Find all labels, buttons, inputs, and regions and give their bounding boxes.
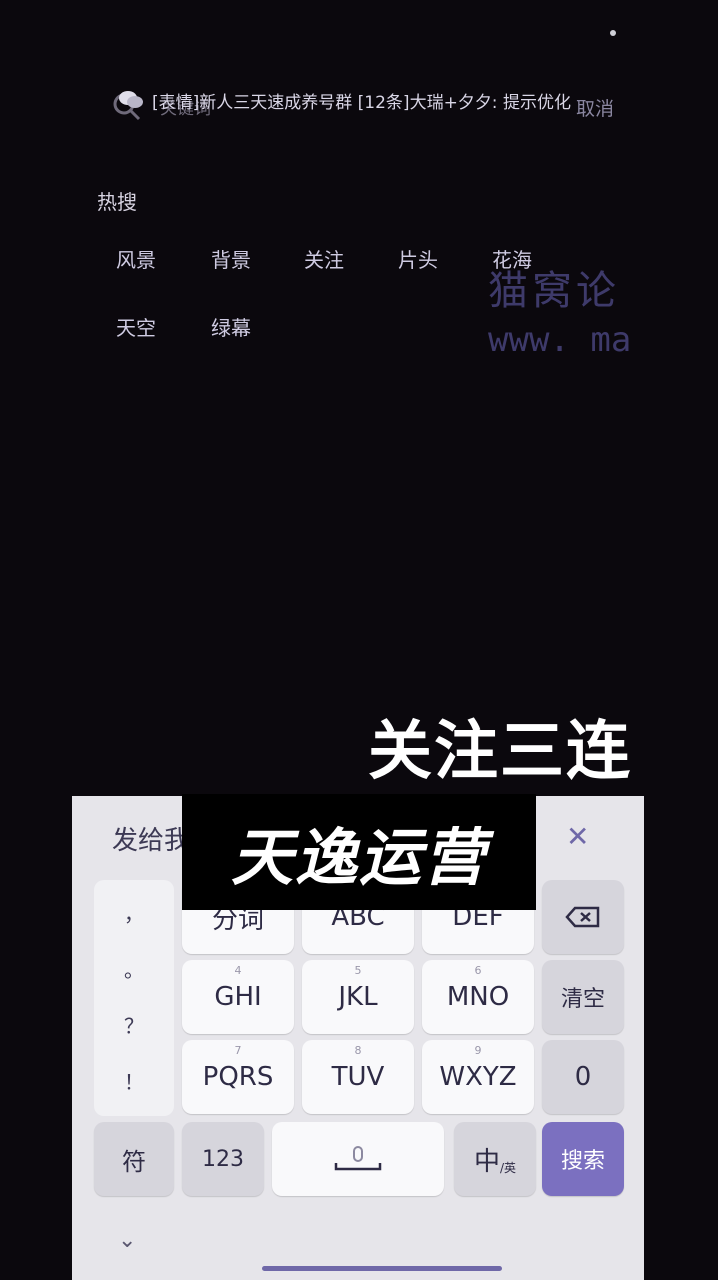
key-number: 6: [474, 964, 482, 977]
search-key[interactable]: 搜索: [542, 1122, 624, 1196]
key-number: 8: [354, 1044, 362, 1057]
microphone-icon: [334, 1146, 382, 1171]
overlay-caption-brand: 天逸运营: [230, 821, 487, 894]
number-key[interactable]: 123: [182, 1122, 264, 1196]
key-ghi[interactable]: 4 GHI: [182, 960, 294, 1034]
key-label: TUV: [331, 1062, 385, 1092]
key-number: 7: [234, 1044, 242, 1057]
key-number: 9: [474, 1044, 482, 1057]
close-icon[interactable]: ✕: [566, 820, 589, 853]
zero-key[interactable]: 0: [542, 1040, 624, 1114]
key-pqrs[interactable]: 7 PQRS: [182, 1040, 294, 1114]
clear-key[interactable]: 清空: [542, 960, 624, 1034]
status-indicator: [610, 30, 616, 36]
send-to-label[interactable]: 发给我: [112, 820, 190, 857]
hot-tag[interactable]: 绿幕: [211, 312, 251, 341]
language-toggle-key[interactable]: 中/英: [454, 1122, 536, 1196]
key-sublabel: /英: [499, 1160, 517, 1175]
overlay-caption-follow: 关注三连: [368, 715, 632, 789]
key-wxyz[interactable]: 9 WXYZ: [422, 1040, 534, 1114]
wechat-icon: [119, 91, 143, 108]
watermark-line2: www. ma: [488, 320, 632, 360]
key-label: WXYZ: [439, 1062, 517, 1092]
hot-tag[interactable]: 关注: [304, 244, 344, 273]
hot-tag[interactable]: 背景: [211, 244, 251, 273]
key-label: MNO: [446, 982, 510, 1012]
key-label: 0: [574, 1062, 592, 1092]
key-mno[interactable]: 6 MNO: [422, 960, 534, 1034]
hot-tag[interactable]: 风景: [116, 244, 156, 273]
punctuation-column: ， 。 ？ ！: [94, 880, 174, 1116]
key-label: 中: [473, 1146, 500, 1177]
key-label: 清空: [560, 987, 605, 1012]
overlay-caption-brand-box: 天逸运营: [182, 794, 536, 910]
watermark: 猫窝论 www. ma: [488, 258, 648, 360]
key-jkl[interactable]: 5 JKL: [302, 960, 414, 1034]
watermark-line1: 猫窝论: [488, 268, 620, 314]
key-tuv[interactable]: 8 TUV: [302, 1040, 414, 1114]
symbol-key[interactable]: 符: [94, 1122, 174, 1196]
backspace-key[interactable]: [542, 880, 624, 954]
wechat-notification[interactable]: [表情]新人三天速成养号群 [12条]大瑞+夕夕: 提示优化: [118, 86, 588, 114]
key-number: 4: [234, 964, 242, 977]
home-indicator[interactable]: [262, 1266, 502, 1271]
key-label: PQRS: [202, 1062, 274, 1092]
key-number: 5: [354, 964, 362, 977]
key-label: 123: [202, 1146, 244, 1172]
key-label: JKL: [338, 982, 378, 1012]
space-key[interactable]: [272, 1122, 444, 1196]
key-label: 搜索: [560, 1149, 605, 1174]
hot-search-title: 热搜: [97, 190, 137, 214]
punctuation-key[interactable]: ，: [94, 898, 174, 927]
punctuation-key[interactable]: ！: [94, 1066, 174, 1095]
hot-tag[interactable]: 天空: [116, 312, 156, 341]
punctuation-key[interactable]: 。: [94, 954, 174, 983]
hot-tag[interactable]: 片头: [398, 244, 438, 273]
punctuation-key[interactable]: ？: [94, 1010, 174, 1039]
backspace-icon: [565, 906, 600, 928]
notification-text: [表情]新人三天速成养号群 [12条]大瑞+夕夕: 提示优化: [152, 92, 571, 113]
key-label: GHI: [214, 982, 262, 1012]
key-label: 符: [122, 1147, 146, 1176]
chevron-down-icon[interactable]: ⌄: [118, 1228, 136, 1253]
